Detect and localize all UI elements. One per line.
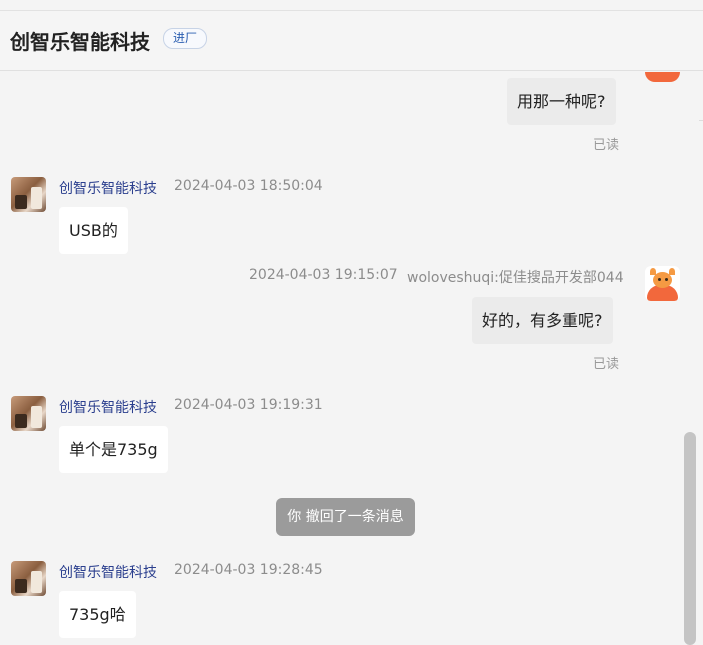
- sender-name[interactable]: 创智乐智能科技: [59, 562, 157, 582]
- sender-name[interactable]: 创智乐智能科技: [59, 397, 157, 417]
- message-bubble-peer[interactable]: 735g哈: [59, 591, 136, 638]
- sender-name: woloveshuqi:促佳搜品开发部044: [407, 270, 624, 286]
- chat-title: 创智乐智能科技: [10, 30, 150, 54]
- panel-edge: [699, 120, 703, 121]
- message-bubble-peer[interactable]: USB的: [59, 207, 128, 254]
- self-avatar[interactable]: [645, 72, 680, 82]
- message-time: 2024-04-03 18:50:04: [174, 178, 323, 194]
- chat-header: 创智乐智能科技 进厂: [0, 11, 703, 71]
- recall-notice: 你 撤回了一条消息: [276, 498, 415, 536]
- message-time: 2024-04-03 19:15:07: [249, 267, 398, 283]
- message-time: 2024-04-03 19:28:45: [174, 562, 323, 578]
- message-bubble-peer[interactable]: 单个是735g: [59, 426, 168, 473]
- read-status: 已读: [593, 138, 620, 153]
- sender-name[interactable]: 创智乐智能科技: [59, 178, 157, 198]
- message-list[interactable]: 用那一种呢? 已读 创智乐智能科技 2024-04-03 18:50:04 US…: [0, 72, 703, 645]
- scrollbar-thumb[interactable]: [684, 432, 696, 645]
- peer-avatar[interactable]: [11, 177, 46, 212]
- peer-avatar[interactable]: [11, 396, 46, 431]
- message-bubble-self[interactable]: 用那一种呢?: [507, 78, 616, 125]
- message-bubble-self[interactable]: 好的，有多重呢?: [472, 297, 613, 344]
- read-status: 已读: [593, 357, 620, 372]
- contact-tag[interactable]: 进厂: [163, 28, 208, 49]
- peer-avatar[interactable]: [11, 561, 46, 596]
- self-avatar[interactable]: [645, 266, 680, 301]
- message-time: 2024-04-03 19:19:31: [174, 397, 323, 413]
